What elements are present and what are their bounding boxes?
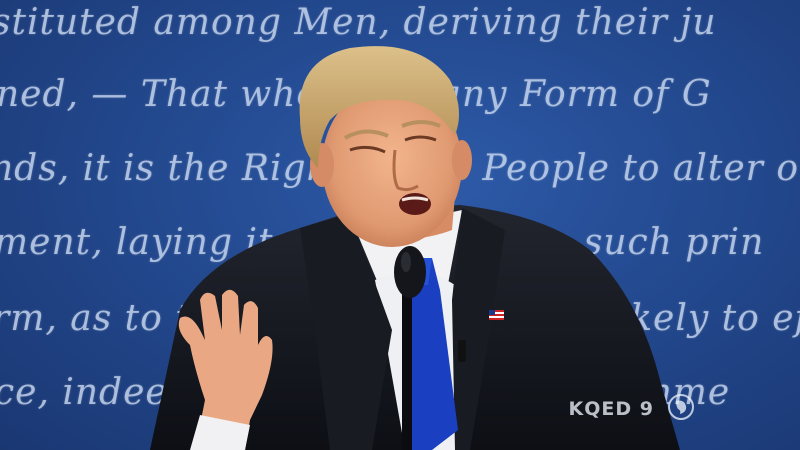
flag-pin-icon [489,310,504,320]
channel-watermark: KQED 9 [568,394,694,420]
pbs-head-icon [668,394,694,425]
speaker-figure [150,46,680,450]
video-frame: stituted among Men, deriving their ju ne… [0,0,800,450]
mouth [399,193,431,215]
channel-label: KQED 9 [568,398,654,420]
